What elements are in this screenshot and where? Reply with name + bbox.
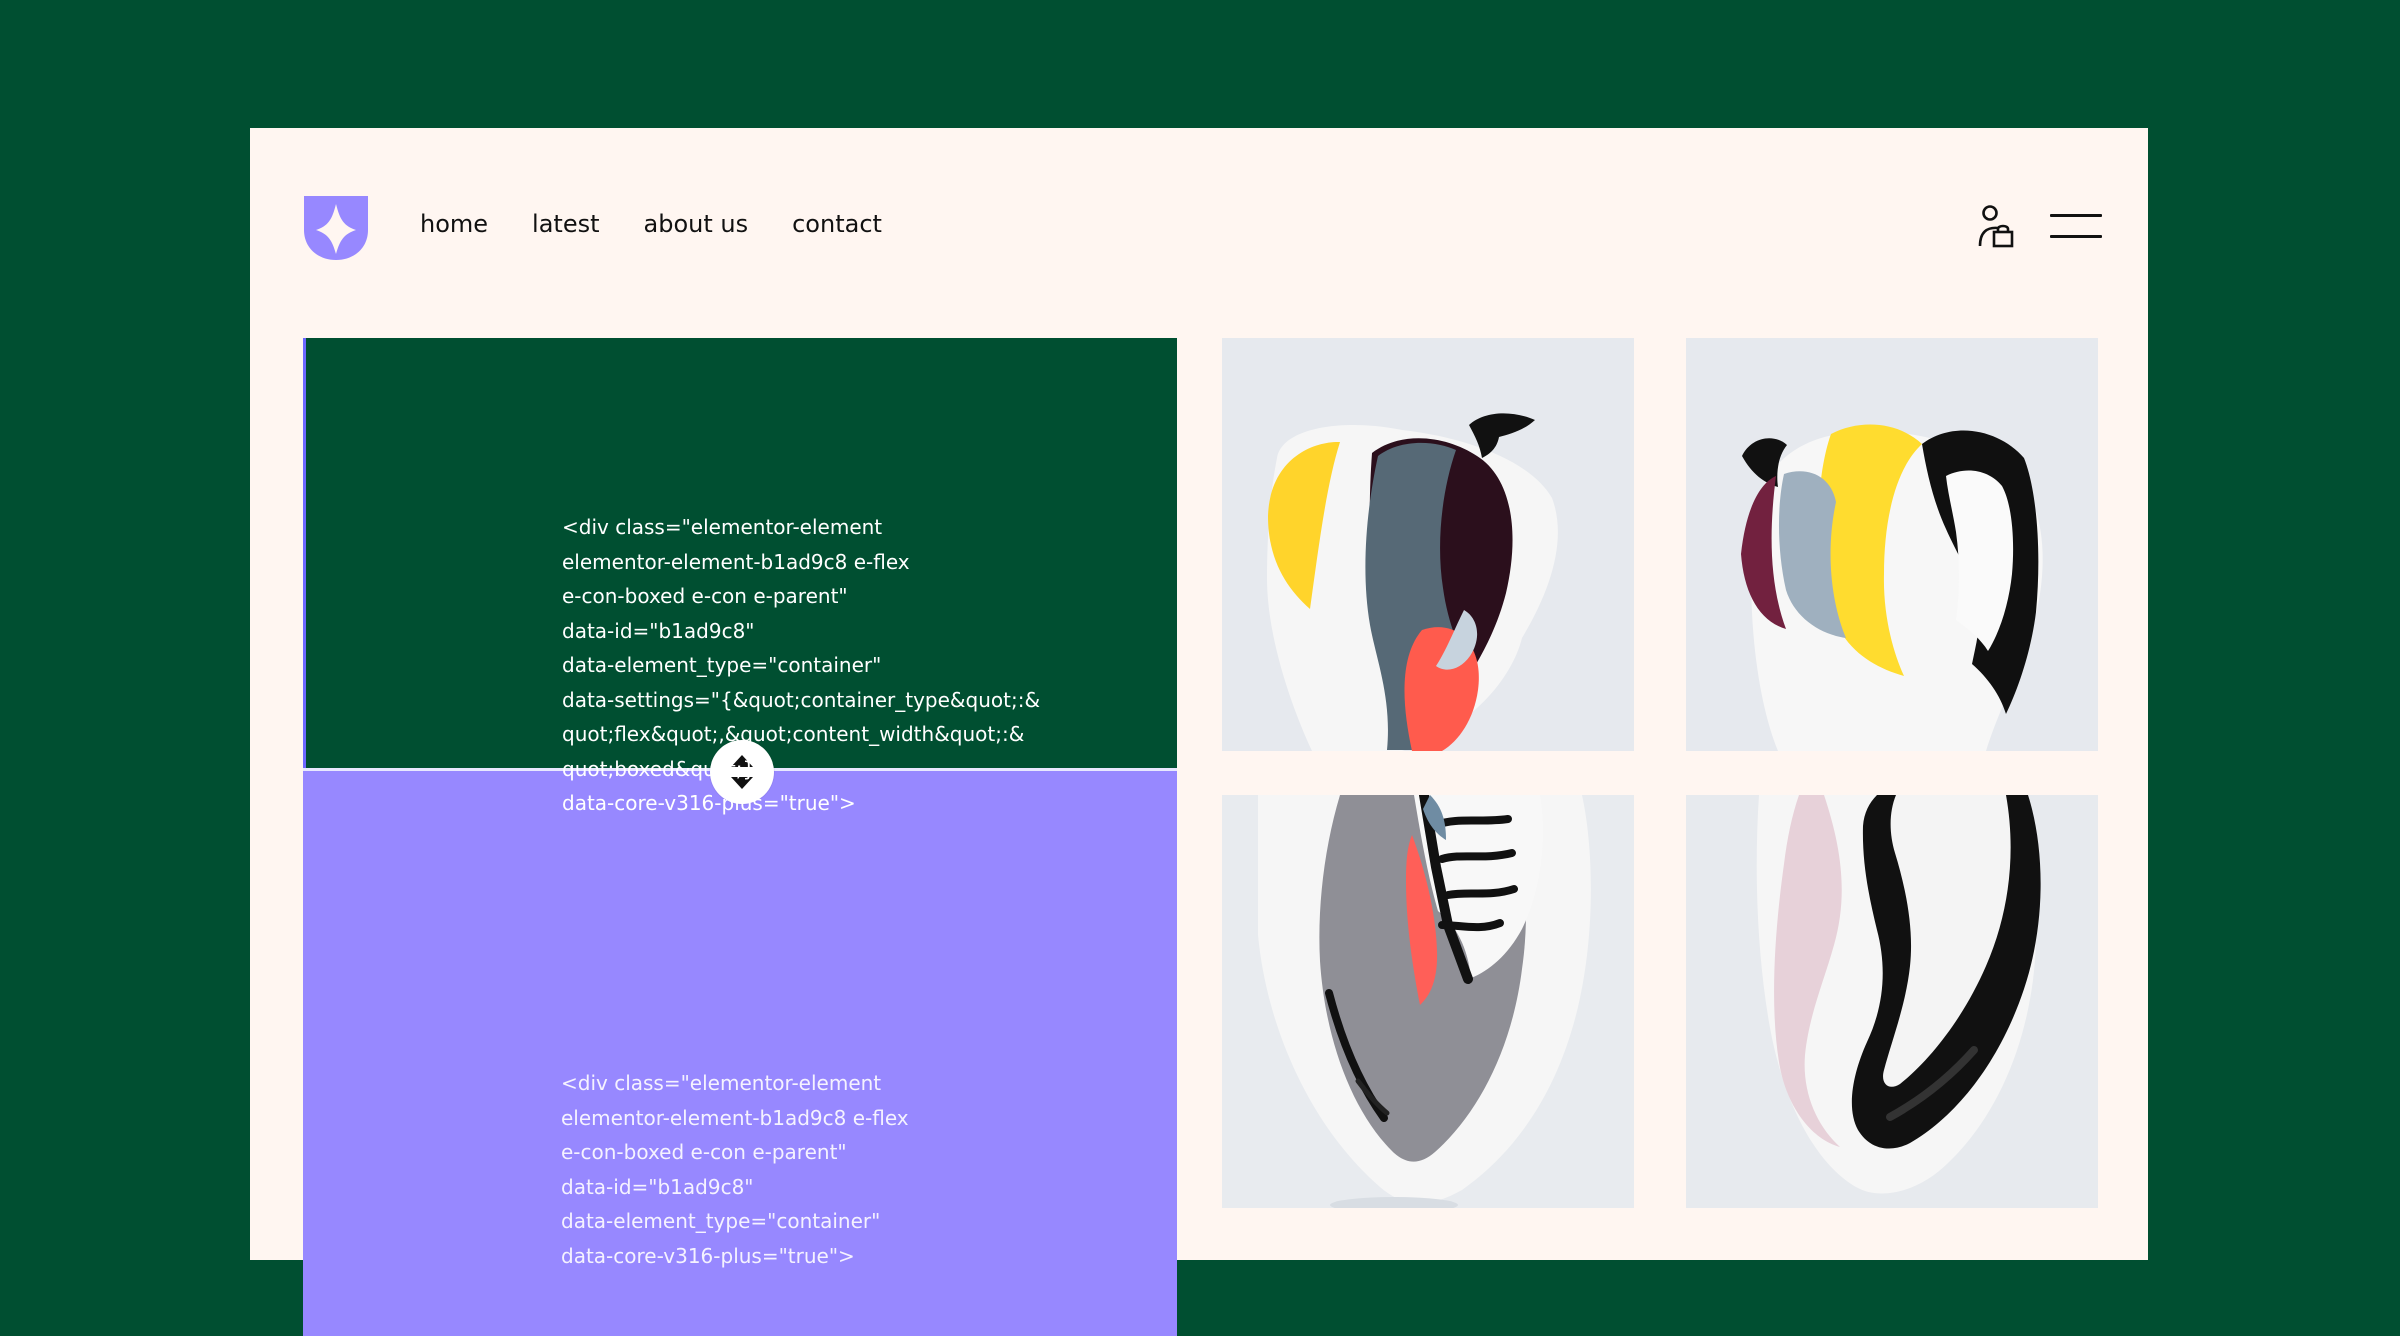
page-frame: home latest about us contact <div class=… <box>250 128 2148 1336</box>
sneaker-side-image[interactable] <box>1222 338 1634 751</box>
code-line: quot;boxed&quot;}" <box>562 756 765 781</box>
star-sparkle-logo-icon[interactable] <box>304 196 368 260</box>
comparison-slider[interactable]: <div class="elementor-element elementor-… <box>303 338 1177 1336</box>
code-line: data-core-v316-plus="true"> <box>561 1243 855 1268</box>
product-gallery <box>1222 338 2102 1336</box>
sneaker-top-image[interactable] <box>1222 795 1634 1208</box>
code-snippet-top: <div class="elementor-element elementor-… <box>562 510 1040 821</box>
nav-item-contact[interactable]: contact <box>792 212 882 236</box>
code-line: elementor-element-b1ad9c8 e-flex <box>561 1105 909 1130</box>
code-line: data-id="b1ad9c8" <box>561 1174 754 1199</box>
code-line: e-con-boxed e-con e-parent" <box>561 1140 847 1164</box>
hamburger-menu-icon[interactable] <box>2050 214 2104 240</box>
nav-item-about-us[interactable]: about us <box>644 212 749 236</box>
code-line: quot;flex&quot;,&quot;content_width&quot… <box>562 722 1025 746</box>
code-line: data-element_type="container" <box>561 1209 881 1233</box>
nav-item-home[interactable]: home <box>420 212 488 236</box>
user-lock-icon[interactable] <box>1976 204 2016 250</box>
code-snippet-bottom: <div class="elementor-element elementor-… <box>561 1066 909 1273</box>
sneaker-heel-image[interactable] <box>1686 338 2098 751</box>
main-navigation: home latest about us contact <box>420 212 882 236</box>
sneaker-sole-image[interactable] <box>1686 795 2098 1208</box>
code-line: data-settings="{&quot;container_type&quo… <box>562 687 1041 712</box>
nav-item-latest[interactable]: latest <box>532 212 599 236</box>
code-line: e-con-boxed e-con e-parent" <box>562 584 848 608</box>
code-line: elementor-element-b1ad9c8 e-flex <box>562 549 910 574</box>
code-line: data-element_type="container" <box>562 653 882 677</box>
code-line: data-core-v316-plus="true"> <box>562 791 856 815</box>
code-line: data-id="b1ad9c8" <box>562 618 755 643</box>
code-line: <div class="elementor-element <box>562 515 883 539</box>
code-line: <div class="elementor-element <box>561 1071 882 1095</box>
